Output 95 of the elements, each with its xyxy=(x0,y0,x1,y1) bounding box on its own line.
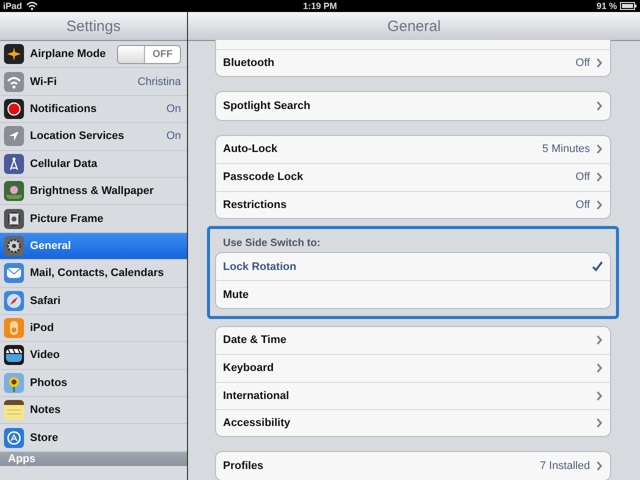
checkmark-icon xyxy=(592,261,603,272)
row-label: Profiles xyxy=(223,460,264,472)
row-value: 7 Installed xyxy=(540,460,590,472)
settings-item[interactable]: Location Services On xyxy=(0,123,187,151)
wifi-icon xyxy=(4,72,24,92)
clock-time: 1:19 PM xyxy=(302,1,337,11)
row-value: Off xyxy=(576,57,590,70)
item-value: Christina xyxy=(138,76,181,88)
battery-icon xyxy=(620,2,637,10)
section-header: Apps xyxy=(0,452,187,466)
item-label: Brightness & Wallpaper xyxy=(30,185,155,198)
chevron-icon xyxy=(596,101,603,112)
settings-item[interactable]: Photos xyxy=(0,370,187,398)
settings-item[interactable]: General xyxy=(0,232,187,260)
device-name: iPad xyxy=(3,1,22,11)
settings-row[interactable]: Restrictions Off xyxy=(216,190,610,218)
item-label: General xyxy=(30,240,72,252)
app-store-icon xyxy=(4,428,24,448)
settings-item[interactable]: Safari xyxy=(0,288,187,315)
sunflower-icon xyxy=(4,372,24,393)
item-label: iPod xyxy=(30,322,55,334)
item-label: Notes xyxy=(30,404,62,416)
item-label: Video xyxy=(30,349,61,362)
option-row[interactable]: Lock Rotation xyxy=(216,252,610,280)
item-value: On xyxy=(166,102,181,115)
item-value: On xyxy=(166,130,181,142)
flower-icon xyxy=(4,181,24,202)
picture-frame-icon xyxy=(4,208,24,229)
settings-item[interactable]: Mail, Contacts, Calendars xyxy=(0,260,187,288)
gear-icon xyxy=(4,236,24,256)
settings-row[interactable]: Auto-Lock 5 Minutes xyxy=(216,136,610,164)
chevron-icon xyxy=(596,172,603,182)
chevron-icon xyxy=(596,363,603,374)
settings-row[interactable]: Spotlight Search xyxy=(216,92,610,120)
chevron-icon xyxy=(596,58,603,68)
wifi-icon xyxy=(26,1,38,11)
row-label: Bluetooth xyxy=(223,57,276,70)
notepad-icon xyxy=(4,400,24,420)
row-value: Off xyxy=(576,171,590,184)
settings-item[interactable]: Brightness & Wallpaper xyxy=(0,178,187,206)
chevron-icon xyxy=(596,335,603,346)
row-label: Auto-Lock xyxy=(223,143,278,156)
item-label: Airplane Mode xyxy=(30,48,107,60)
chevron-icon xyxy=(596,390,603,401)
row-label: Spotlight Search xyxy=(223,100,312,112)
chevron-icon xyxy=(596,418,603,428)
record-icon xyxy=(4,98,24,119)
item-label: Picture Frame xyxy=(30,212,104,225)
music-player-icon xyxy=(4,318,24,338)
chevron-icon xyxy=(596,460,603,471)
settings-row[interactable]: Keyboard xyxy=(216,354,610,382)
row-label: Lock Rotation xyxy=(223,260,298,273)
chevron-icon xyxy=(596,200,603,210)
antenna-icon xyxy=(4,154,24,174)
group-header: Use Side Switch to: xyxy=(222,236,322,249)
item-label: Safari xyxy=(30,294,62,307)
row-label: Passcode Lock xyxy=(223,171,304,184)
item-label: Photos xyxy=(30,376,68,389)
settings-item[interactable]: Cellular Data xyxy=(0,150,187,178)
settings-row[interactable]: International xyxy=(216,382,610,409)
item-label: Store xyxy=(30,432,60,444)
navigation-title: Settings xyxy=(0,12,187,41)
settings-item[interactable]: Airplane Mode OFF xyxy=(0,41,187,68)
row-value: Off xyxy=(576,198,590,211)
envelope-icon xyxy=(4,263,24,284)
item-label: Mail, Contacts, Calendars xyxy=(30,267,165,280)
row-label: Restrictions xyxy=(223,198,288,211)
item-label: Wi-Fi xyxy=(30,76,58,88)
item-label: Notifications xyxy=(30,102,98,115)
settings-item[interactable]: Notes xyxy=(0,397,187,424)
item-label: Location Services xyxy=(30,130,126,142)
settings-item[interactable]: Notifications On xyxy=(0,96,187,124)
settings-row[interactable]: Passcode Lock Off xyxy=(216,163,610,191)
settings-row[interactable]: Date & Time xyxy=(216,326,610,354)
airplane-icon xyxy=(4,44,24,64)
compass-icon xyxy=(4,290,24,311)
option-row[interactable]: Mute xyxy=(216,280,610,308)
row-label: International xyxy=(223,390,290,402)
row-label: Date & Time xyxy=(223,334,288,346)
settings-item[interactable]: iPod xyxy=(0,314,187,342)
navigation-title: General xyxy=(188,12,640,41)
clapperboard-icon xyxy=(4,345,24,366)
settings-row[interactable]: Bluetooth Off xyxy=(216,49,610,76)
item-label: Cellular Data xyxy=(30,158,98,170)
settings-item[interactable]: Video xyxy=(0,342,187,370)
chevron-icon xyxy=(596,144,603,154)
settings-item[interactable]: Wi-Fi Christina xyxy=(0,68,187,96)
settings-row[interactable]: Profiles 7 Installed xyxy=(216,452,610,480)
row-value: 5 Minutes xyxy=(542,143,590,156)
row-label: Mute xyxy=(223,288,250,301)
row-label: Keyboard xyxy=(223,362,275,374)
battery-percent: 91 % xyxy=(596,1,617,11)
toggle-switch[interactable]: OFF xyxy=(117,44,181,64)
settings-row[interactable]: Accessibility xyxy=(216,408,610,436)
row-label: Accessibility xyxy=(223,417,292,430)
